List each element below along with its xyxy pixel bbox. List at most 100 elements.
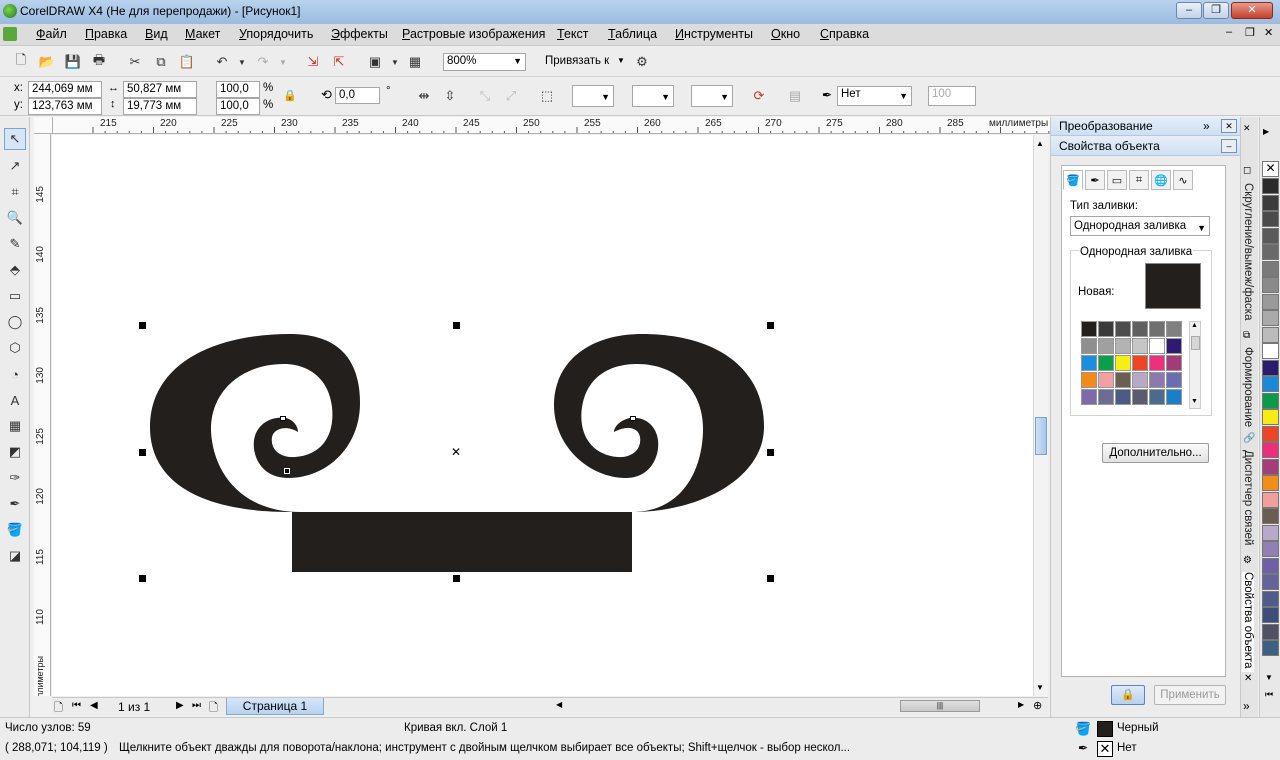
- palette-scroll-up-icon[interactable]: ▶: [1263, 127, 1269, 136]
- restore-button[interactable]: ❐: [1203, 2, 1229, 19]
- fill-color-swatch[interactable]: [1097, 721, 1113, 737]
- horizontal-scroll-thumb[interactable]: |||: [900, 700, 980, 712]
- palette-swatch[interactable]: [1262, 326, 1279, 343]
- snap-dropdown-icon[interactable]: ▼: [617, 56, 625, 65]
- palette-swatch[interactable]: [1262, 178, 1279, 194]
- mirror-horizontal-icon[interactable]: ⇹: [415, 87, 433, 105]
- doc-restore-icon[interactable]: ❐: [1245, 26, 1255, 39]
- document-icon[interactable]: [3, 27, 17, 41]
- redo-dropdown-icon[interactable]: ▼: [274, 53, 292, 71]
- color-swatch[interactable]: [1132, 321, 1148, 337]
- color-swatch[interactable]: [1166, 372, 1182, 388]
- palette-swatch[interactable]: [1262, 640, 1279, 656]
- rectangle-tool-icon[interactable]: ▭: [4, 285, 26, 307]
- palette-swatch[interactable]: [1262, 376, 1279, 392]
- convert-to-line-icon[interactable]: ⤡: [476, 87, 494, 105]
- close-button[interactable]: ✕: [1231, 2, 1273, 19]
- selection-handle-top-right[interactable]: [767, 322, 774, 329]
- menu-file[interactable]: Файл: [36, 27, 67, 41]
- palette-swatch[interactable]: [1262, 260, 1279, 277]
- minimize-button[interactable]: –: [1176, 2, 1202, 19]
- scroll-left-icon[interactable]: ◀: [556, 700, 562, 709]
- menu-view[interactable]: Вид: [145, 27, 168, 41]
- fill-tool-icon[interactable]: 🪣: [4, 519, 26, 541]
- scale-x-field[interactable]: 100,0: [216, 81, 260, 98]
- docker-minimize-icon[interactable]: –: [1221, 139, 1237, 153]
- color-swatch[interactable]: [1149, 338, 1165, 354]
- cut-icon[interactable]: ✂: [126, 53, 144, 71]
- color-swatch[interactable]: [1081, 372, 1097, 388]
- start-arrow-select[interactable]: ▼: [572, 85, 614, 107]
- basic-shapes-tool-icon[interactable]: ◔: [4, 363, 26, 385]
- palette-swatch[interactable]: [1262, 227, 1279, 244]
- palette-swatch[interactable]: [1262, 607, 1279, 623]
- palette-swatch[interactable]: [1262, 590, 1279, 607]
- width-field[interactable]: 50,827 мм: [123, 81, 197, 98]
- zoom-tool-icon[interactable]: 🔍: [4, 207, 26, 229]
- palette-swatch[interactable]: [1262, 277, 1279, 293]
- details-tab-icon[interactable]: ⌗: [1129, 170, 1149, 190]
- convert-to-curve-icon[interactable]: ⤢: [502, 87, 520, 105]
- doc-minimize-icon[interactable]: –: [1226, 26, 1232, 38]
- selection-handle-bottom-left[interactable]: [139, 575, 146, 582]
- color-swatch[interactable]: [1166, 389, 1182, 405]
- palette-swatch[interactable]: [1262, 392, 1279, 409]
- color-swatch[interactable]: [1149, 372, 1165, 388]
- open-icon[interactable]: 📂: [38, 53, 56, 71]
- color-swatch[interactable]: [1132, 355, 1148, 371]
- next-page-icon[interactable]: ▶: [176, 700, 184, 711]
- transform-docker-header[interactable]: Преобразование » ✕: [1051, 117, 1241, 136]
- drawing-canvas[interactable]: ✕: [52, 135, 1033, 696]
- scroll-right-icon[interactable]: ▶: [1018, 700, 1024, 709]
- properties-docker-header[interactable]: Свойства объекта –: [1051, 137, 1241, 156]
- color-swatch[interactable]: [1149, 389, 1165, 405]
- print-icon[interactable]: 🖶: [90, 52, 108, 71]
- import-icon[interactable]: ⇲: [304, 53, 322, 71]
- scroll-up-icon[interactable]: ▲: [1036, 139, 1044, 148]
- interactive-fill-tool-icon[interactable]: ◪: [4, 545, 26, 567]
- pick-tool-icon[interactable]: ↖: [4, 128, 26, 150]
- palette-swatch[interactable]: [1262, 194, 1279, 211]
- ellipse-tool-icon[interactable]: ◯: [4, 311, 26, 333]
- undo-dropdown-icon[interactable]: ▼: [233, 53, 251, 71]
- application-launcher-icon[interactable]: ▣: [366, 53, 384, 71]
- menu-layout[interactable]: Макет: [185, 27, 220, 41]
- palette-swatch[interactable]: [1262, 244, 1279, 260]
- color-swatch[interactable]: [1115, 389, 1131, 405]
- x-position-field[interactable]: 244,069 мм: [28, 81, 102, 98]
- color-swatch[interactable]: [1166, 338, 1182, 354]
- welcome-screen-icon[interactable]: ▦: [406, 53, 424, 71]
- expand-docker-icon[interactable]: »: [1243, 699, 1250, 713]
- palette-swatch[interactable]: [1262, 310, 1279, 326]
- lock-ratio-icon[interactable]: 🔒: [283, 89, 297, 102]
- crop-tool-icon[interactable]: ⌗: [4, 181, 26, 203]
- color-swatch[interactable]: [1081, 338, 1097, 354]
- palette-swatch[interactable]: [1262, 557, 1279, 574]
- docker-close-icon[interactable]: ✕: [1221, 119, 1237, 133]
- color-swatch[interactable]: [1115, 372, 1131, 388]
- palette-swatch[interactable]: [1262, 524, 1279, 541]
- add-page-before-icon[interactable]: 🗋: [54, 699, 63, 718]
- horizontal-ruler[interactable]: 215 220 225 230 235 240 245 250 255 260 …: [53, 117, 1050, 134]
- color-swatch[interactable]: [1098, 389, 1114, 405]
- palette-expand-icon[interactable]: ⏮: [1265, 689, 1273, 700]
- close-tab-icon[interactable]: ✕: [1244, 673, 1252, 684]
- palette-swatch[interactable]: [1262, 343, 1279, 359]
- palette-swatch[interactable]: [1262, 508, 1279, 524]
- y-position-field[interactable]: 123,763 мм: [28, 98, 102, 115]
- menu-tools[interactable]: Инструменты: [675, 27, 753, 41]
- selection-handle-left[interactable]: [139, 449, 146, 456]
- outline-width-select[interactable]: Нет ▼: [837, 86, 912, 106]
- doc-close-icon[interactable]: ✕: [1264, 26, 1273, 39]
- navigator-zoom-icon[interactable]: ⊕: [1033, 699, 1042, 712]
- palette-swatch[interactable]: [1262, 293, 1279, 310]
- wrap-text-icon[interactable]: ▤: [786, 87, 804, 105]
- table-tool-icon[interactable]: ▦: [4, 415, 26, 437]
- swatch-scroll-thumb[interactable]: [1191, 336, 1200, 350]
- curve-tab-icon[interactable]: ∿: [1173, 170, 1193, 190]
- palette-swatch[interactable]: [1262, 211, 1279, 227]
- palette-scroll-down-icon[interactable]: ▼: [1265, 673, 1273, 682]
- last-page-icon[interactable]: ⏭: [192, 700, 201, 711]
- outline-tab-icon[interactable]: ✒: [1085, 170, 1105, 190]
- color-swatch[interactable]: [1132, 372, 1148, 388]
